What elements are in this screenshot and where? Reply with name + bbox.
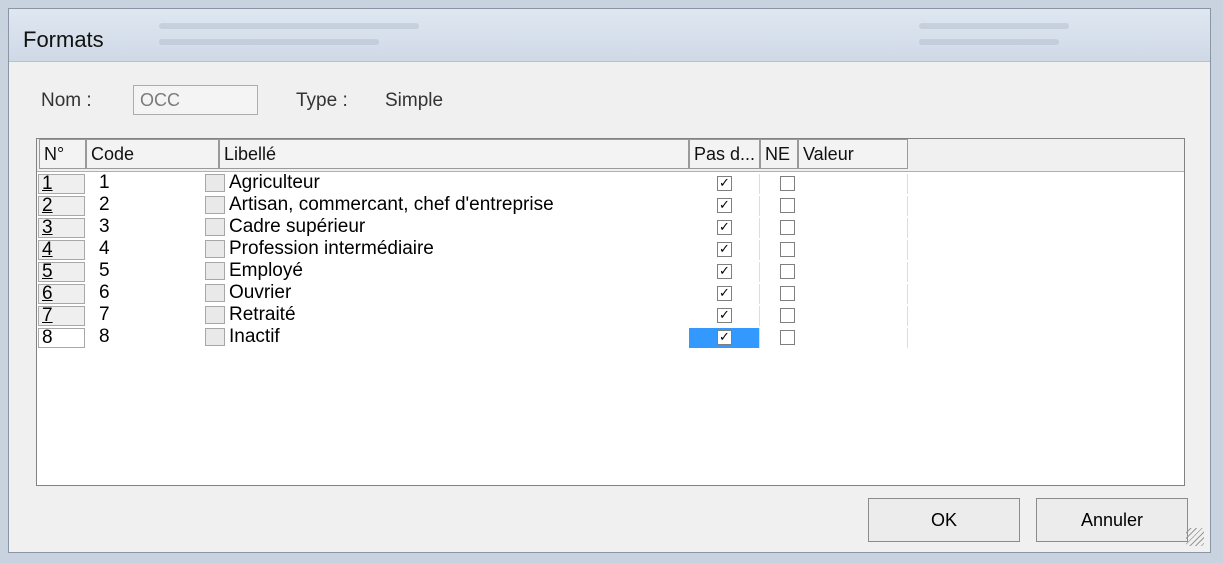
background-blur: [919, 39, 1059, 45]
title-bar[interactable]: Formats: [9, 9, 1210, 62]
pas-d-checkbox[interactable]: ✓: [717, 220, 732, 235]
valeur-cell[interactable]: [798, 306, 908, 326]
valeur-cell[interactable]: [798, 284, 908, 304]
header-libelle[interactable]: Libellé: [219, 139, 689, 169]
type-label: Type :: [296, 90, 348, 111]
ne-checkbox[interactable]: [780, 198, 795, 213]
ok-button[interactable]: OK: [868, 498, 1020, 542]
ne-checkbox[interactable]: [780, 176, 795, 191]
row-libelle[interactable]: Ouvrier: [229, 283, 689, 304]
valeur-cell[interactable]: [798, 240, 908, 260]
edit-libelle-button[interactable]: [205, 240, 225, 258]
row-code[interactable]: 1: [89, 173, 199, 194]
row-libelle[interactable]: Agriculteur: [229, 173, 689, 194]
ne-checkbox[interactable]: [780, 242, 795, 257]
valeur-cell[interactable]: [798, 328, 908, 348]
pas-d-checkbox[interactable]: ✓: [717, 198, 732, 213]
row-libelle[interactable]: Artisan, commercant, chef d'entreprise: [229, 195, 689, 216]
valeur-cell[interactable]: [798, 262, 908, 282]
edit-libelle-button[interactable]: [205, 306, 225, 324]
edit-libelle-button[interactable]: [205, 284, 225, 302]
row-number[interactable]: 7: [38, 306, 85, 326]
valeur-cell[interactable]: [798, 218, 908, 238]
row-code[interactable]: 6: [89, 283, 199, 304]
row-code[interactable]: 8: [89, 327, 199, 348]
row-code[interactable]: 4: [89, 239, 199, 260]
header-code[interactable]: Code: [86, 139, 219, 169]
formats-table[interactable]: N° Code Libellé Pas d... NE Valeur 1 1 A…: [36, 138, 1185, 486]
edit-libelle-button[interactable]: [205, 196, 225, 214]
row-number[interactable]: 6: [38, 284, 85, 304]
ne-checkbox[interactable]: [780, 264, 795, 279]
table-row[interactable]: 7 7 Retraité ✓: [37, 305, 1184, 328]
name-label: Nom :: [41, 90, 92, 111]
window-title: Formats: [23, 27, 104, 52]
header-valeur[interactable]: Valeur: [798, 139, 908, 169]
edit-libelle-button[interactable]: [205, 174, 225, 192]
ne-checkbox[interactable]: [780, 220, 795, 235]
row-libelle[interactable]: Cadre supérieur: [229, 217, 689, 238]
edit-libelle-button[interactable]: [205, 218, 225, 236]
table-row[interactable]: 5 5 Employé ✓: [37, 261, 1184, 284]
row-number[interactable]: 5: [38, 262, 85, 282]
table-row-selected[interactable]: 8 8 Inactif ✓: [37, 327, 1184, 350]
row-code[interactable]: 3: [89, 217, 199, 238]
row-code[interactable]: 5: [89, 261, 199, 282]
row-libelle[interactable]: Inactif: [229, 327, 689, 348]
row-number[interactable]: 2: [38, 196, 85, 216]
resize-grip-icon[interactable]: [1186, 528, 1204, 546]
pas-d-checkbox[interactable]: ✓: [717, 330, 732, 345]
pas-d-checkbox[interactable]: ✓: [717, 286, 732, 301]
edit-libelle-button[interactable]: [205, 262, 225, 280]
ne-checkbox[interactable]: [780, 330, 795, 345]
cancel-button[interactable]: Annuler: [1036, 498, 1188, 542]
header-pas-d[interactable]: Pas d...: [689, 139, 760, 169]
row-libelle[interactable]: Employé: [229, 261, 689, 282]
row-number[interactable]: 3: [38, 218, 85, 238]
table-row[interactable]: 1 1 Agriculteur ✓: [37, 173, 1184, 196]
pas-d-checkbox[interactable]: ✓: [717, 242, 732, 257]
table-row[interactable]: 2 2 Artisan, commercant, chef d'entrepri…: [37, 195, 1184, 218]
name-field[interactable]: OCC: [133, 85, 258, 115]
background-blur: [159, 39, 379, 45]
row-code[interactable]: 2: [89, 195, 199, 216]
pas-d-checkbox[interactable]: ✓: [717, 308, 732, 323]
edit-libelle-button[interactable]: [205, 328, 225, 346]
background-blur: [159, 23, 419, 29]
row-number[interactable]: 1: [38, 174, 85, 194]
ne-checkbox[interactable]: [780, 286, 795, 301]
row-number[interactable]: 8: [38, 328, 85, 348]
table-row[interactable]: 3 3 Cadre supérieur ✓: [37, 217, 1184, 240]
formats-dialog: Formats Nom : OCC Type : Simple N° Code …: [8, 8, 1211, 553]
type-value: Simple: [385, 90, 444, 111]
valeur-cell[interactable]: [798, 174, 908, 194]
table-header: N° Code Libellé Pas d... NE Valeur: [37, 139, 1184, 172]
header-no[interactable]: N°: [39, 139, 86, 169]
pas-d-checkbox[interactable]: ✓: [717, 264, 732, 279]
background-blur: [919, 23, 1069, 29]
valeur-cell[interactable]: [798, 196, 908, 216]
pas-d-checkbox[interactable]: ✓: [717, 176, 732, 191]
row-number[interactable]: 4: [38, 240, 85, 260]
row-libelle[interactable]: Profession intermédiaire: [229, 239, 689, 260]
table-row[interactable]: 6 6 Ouvrier ✓: [37, 283, 1184, 306]
row-code[interactable]: 7: [89, 305, 199, 326]
header-ne[interactable]: NE: [760, 139, 798, 169]
row-libelle[interactable]: Retraité: [229, 305, 689, 326]
ne-checkbox[interactable]: [780, 308, 795, 323]
table-row[interactable]: 4 4 Profession intermédiaire ✓: [37, 239, 1184, 262]
